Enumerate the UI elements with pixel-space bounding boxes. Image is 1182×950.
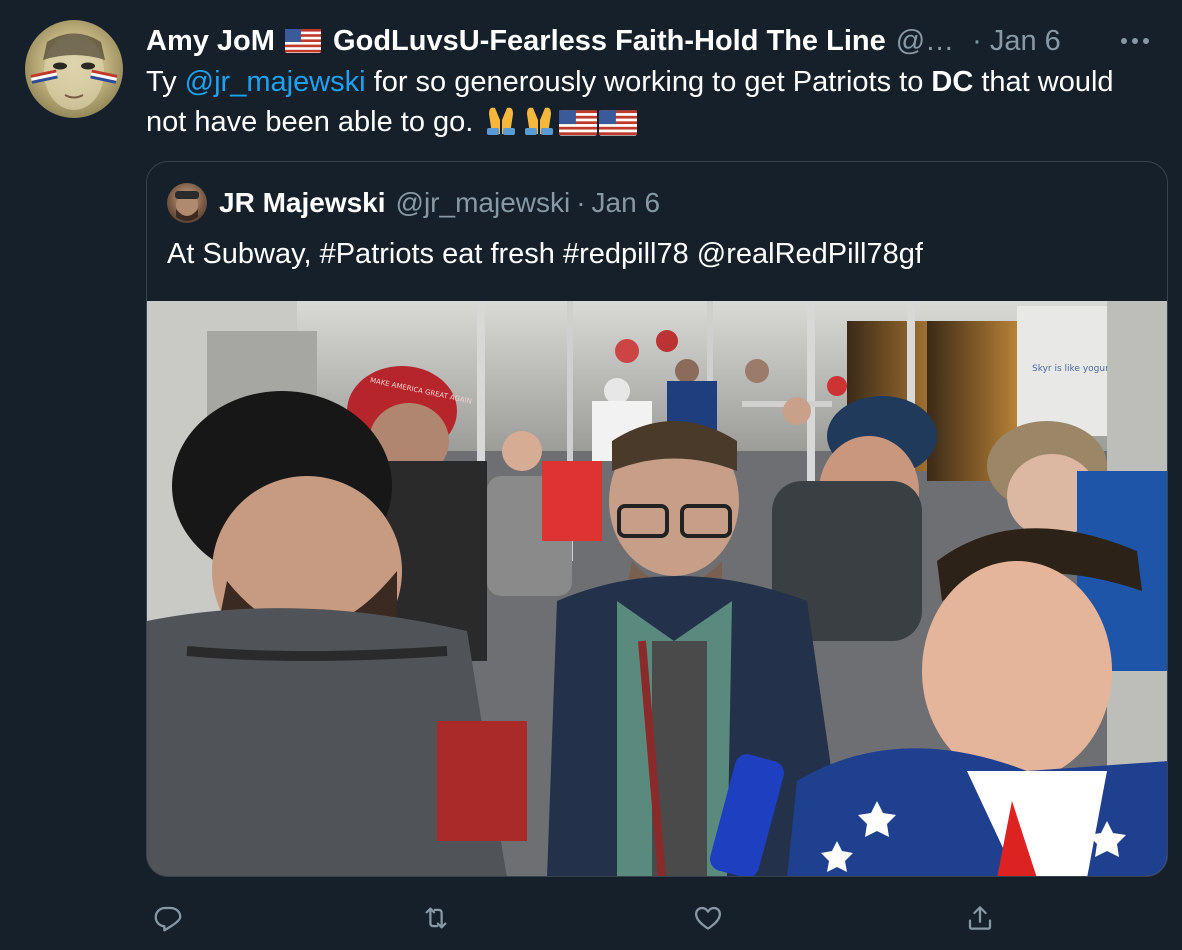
tweet-text-prefix: Ty [146, 66, 185, 98]
quoted-tweet[interactable]: JR Majewski @jr_majewski · Jan 6 At Subw… [146, 161, 1168, 877]
author-name-part1[interactable]: Amy JoM [146, 25, 275, 57]
us-flag-emoji-icon [559, 107, 598, 147]
tweet-text-middle: for so generously working to get Patriot… [365, 66, 932, 98]
share-button[interactable] [958, 896, 1002, 940]
like-button[interactable] [686, 896, 730, 940]
reply-button[interactable] [146, 896, 190, 940]
quoted-author-handle[interactable]: @jr_majewski [396, 187, 571, 219]
quoted-tweet-date[interactable]: Jan 6 [592, 187, 661, 219]
folded-hands-emoji-icon [483, 102, 519, 147]
author-handle[interactable]: @… [896, 25, 954, 58]
like-icon [695, 906, 721, 930]
us-flag-icon [284, 28, 321, 53]
mention-link[interactable]: @jr_majewski [185, 66, 366, 98]
tweet-date[interactable]: Jan 6 [990, 25, 1061, 58]
tweet-text-bold: DC [931, 66, 974, 98]
quoted-author-name[interactable]: JR Majewski [219, 187, 386, 219]
folded-hands-emoji-icon [521, 102, 557, 147]
date-separator: · [972, 24, 982, 57]
us-flag-emoji-icon [599, 107, 638, 147]
author-display-name[interactable]: Amy JoM GodLuvsU-Fearless Faith-Hold The… [146, 25, 886, 58]
retweet-button[interactable] [414, 896, 458, 940]
share-icon [968, 906, 992, 930]
quoted-tweet-text: At Subway, #Patriots eat fresh #redpill7… [167, 238, 923, 270]
author-avatar[interactable] [25, 20, 123, 118]
tweet-actions [146, 896, 1006, 940]
reply-icon [154, 906, 182, 932]
tweet-header: Amy JoM GodLuvsU-Fearless Faith-Hold The… [146, 20, 1162, 62]
author-name-part2[interactable]: GodLuvsU-Fearless Faith-Hold The Line [333, 25, 886, 57]
quoted-date-separator: · [576, 187, 586, 218]
tweet-text: Ty @jr_majewski for so generously workin… [146, 62, 1146, 147]
tweet[interactable]: Amy JoM GodLuvsU-Fearless Faith-Hold The… [0, 0, 1182, 950]
quoted-tweet-photo[interactable]: Skyr is like yogurt but thicker, tastier… [147, 301, 1167, 876]
retweet-icon [425, 907, 447, 929]
more-options-icon[interactable] [1118, 24, 1152, 58]
quoted-author-avatar[interactable] [167, 183, 207, 223]
quoted-tweet-header: JR Majewski @jr_majewski · Jan 6 [167, 182, 660, 224]
